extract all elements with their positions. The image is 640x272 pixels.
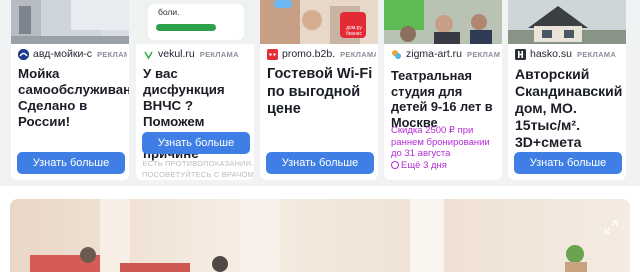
promo-text: Скидка 2500 ₽ при раннем бронировании до…	[391, 125, 501, 171]
ad-domain: promo.b2b.	[282, 48, 336, 60]
promo-deadline: Ещё 3 дня	[401, 159, 447, 171]
learn-more-button[interactable]: Узнать больше	[142, 132, 250, 154]
ad-label: РЕКЛАМА	[97, 49, 127, 59]
learn-more-button[interactable]: Узнать больше	[514, 152, 622, 174]
ad-image[interactable]: боли.	[136, 0, 254, 44]
ad-image[interactable]	[384, 0, 502, 44]
ad-card[interactable]: hasko.su РЕКЛАМА Авторский Скандинавский…	[508, 0, 626, 180]
ad-source[interactable]: promo.b2b. РЕКЛАМА	[267, 47, 376, 61]
ad-domain: hasko.su	[530, 48, 573, 60]
site-favicon-icon	[267, 48, 278, 60]
ad-card[interactable]: авд-мойки-с РЕКЛАМА Мойка самообслуживан…	[11, 0, 129, 180]
learn-more-button[interactable]: Узнать больше	[266, 152, 374, 174]
ad-title[interactable]: Гостевой Wi-Fi по выгодной цене	[267, 66, 375, 119]
promo-discount: Скидка 2500 ₽ при раннем бронировании до…	[391, 125, 490, 159]
expand-icon[interactable]	[604, 220, 618, 234]
ad-source[interactable]: авд-мойки-с РЕКЛАМА	[18, 47, 127, 61]
ad-domain: авд-мойки-с	[33, 48, 93, 60]
ad-image-badge-line2: бизнес	[346, 31, 362, 37]
ad-card[interactable]: боли. vekul.ru РЕКЛАМА У вас дисфункция …	[136, 0, 254, 180]
site-favicon-icon	[515, 48, 526, 60]
ad-card[interactable]: дом.ру бизнес promo.b2b. РЕКЛАМА Гостево…	[260, 0, 378, 180]
ad-title[interactable]: Авторский Скандинавский дом, МО. 15тыс/м…	[515, 66, 623, 151]
ad-source[interactable]: zigma-art.ru РЕКЛАМА	[391, 47, 500, 61]
ad-label: РЕКЛАМА	[199, 49, 239, 59]
learn-more-button[interactable]: Узнать больше	[17, 152, 125, 174]
ad-title[interactable]: Мойка самообслуживания! Сделано в России…	[18, 66, 129, 130]
feed-preview-image[interactable]	[10, 199, 630, 272]
ad-label: РЕКЛАМА	[467, 49, 500, 59]
site-favicon-icon	[143, 49, 154, 60]
ad-image[interactable]	[508, 0, 626, 44]
ad-image[interactable]	[11, 0, 129, 44]
ad-source[interactable]: vekul.ru РЕКЛАМА	[143, 47, 252, 61]
ad-image-text: боли.	[158, 7, 180, 17]
ad-label: РЕКЛАМА	[577, 49, 617, 59]
ad-title[interactable]: Театральная студия для детей 9-16 лет в …	[391, 68, 499, 130]
medical-disclaimer: ЕСТЬ ПРОТИВОПОКАЗАНИЯ. ПОСОВЕТУЙТЕСЬ С В…	[142, 159, 254, 179]
ad-card[interactable]: zigma-art.ru РЕКЛАМА Театральная студия …	[384, 0, 502, 180]
ad-domain: vekul.ru	[158, 48, 195, 60]
ad-image[interactable]: дом.ру бизнес	[260, 0, 378, 44]
site-favicon-icon	[18, 48, 29, 60]
ad-carousel: авд-мойки-с РЕКЛАМА Мойка самообслуживан…	[0, 0, 640, 186]
ad-source[interactable]: hasko.su РЕКЛАМА	[515, 47, 624, 61]
clock-icon	[391, 160, 399, 169]
ad-label: РЕКЛАМА	[340, 49, 376, 59]
ad-domain: zigma-art.ru	[406, 48, 463, 60]
site-favicon-icon	[391, 49, 402, 60]
